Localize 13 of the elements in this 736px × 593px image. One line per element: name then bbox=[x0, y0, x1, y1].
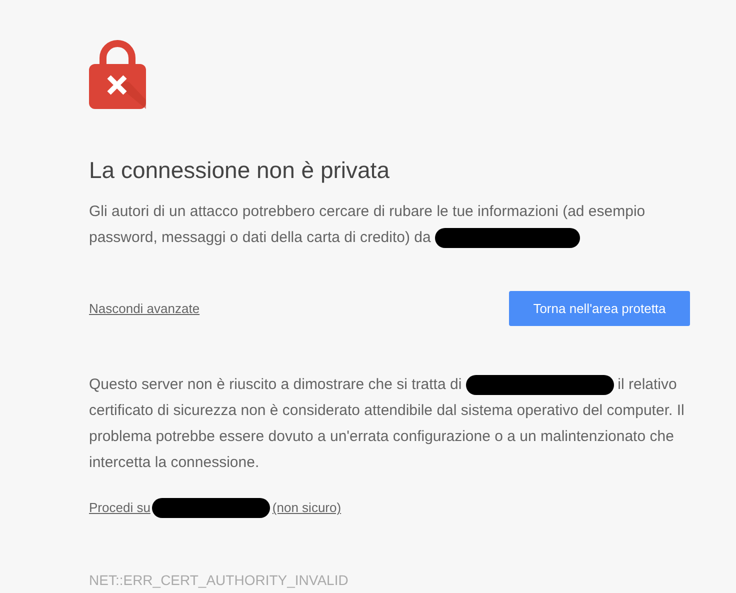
back-to-safety-button[interactable]: Torna nell'area protetta bbox=[509, 291, 690, 326]
details-text: certificato di sicurezza non è considerato attendibile dal sistema operativo del computer. Il bbox=[89, 401, 684, 421]
details-text: intercetta la connessione. bbox=[89, 453, 260, 473]
lock-error-icon bbox=[89, 40, 146, 109]
proceed-link[interactable]: Procedi su (non sicuro) bbox=[89, 498, 342, 518]
details-text: problema potrebbe essere dovuto a un'errata configurazione o a un malintenzionato che bbox=[89, 427, 674, 447]
details-text: Questo server non è riuscito a dimostrare che si tratta di bbox=[89, 375, 462, 395]
intro-text: password, messaggi o dati della carta di credito) da bbox=[89, 228, 431, 248]
intro-text: Gli autori di un attacco potrebbero cercare di rubare le tue informazioni (ad esempio bbox=[89, 202, 646, 222]
page-heading: La connessione non è privata bbox=[89, 156, 390, 185]
error-code: NET::ERR_CERT_AUTHORITY_INVALID bbox=[89, 571, 348, 590]
details-text: il relativo bbox=[618, 375, 677, 395]
advanced-link[interactable]: Nascondi avanzate bbox=[89, 298, 200, 318]
